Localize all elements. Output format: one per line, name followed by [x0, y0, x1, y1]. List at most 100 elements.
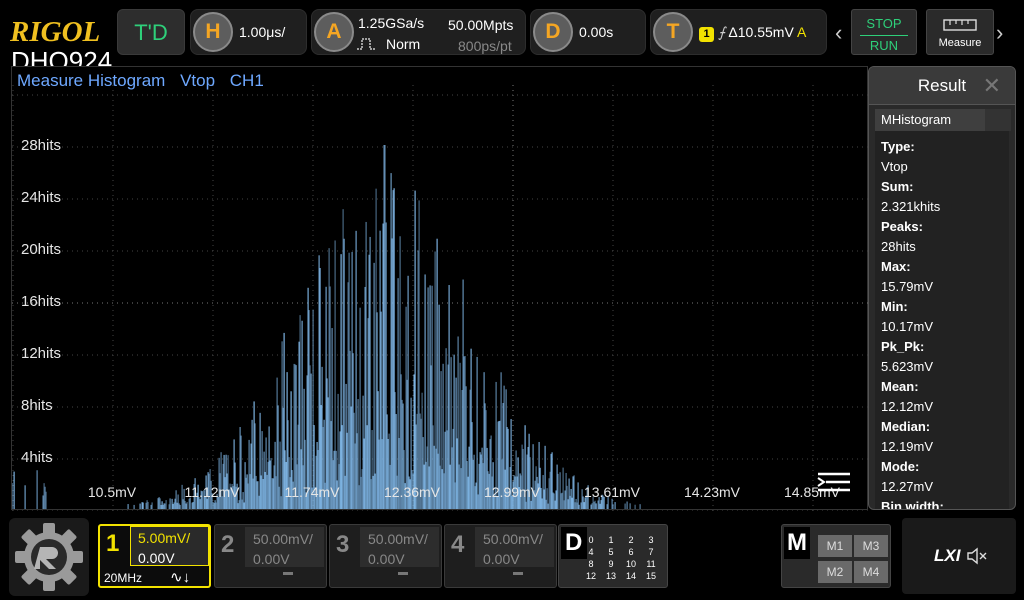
trigger-mode: A: [796, 24, 807, 40]
histogram-grid: [12, 85, 869, 511]
math-m3[interactable]: M3: [854, 535, 888, 557]
histogram-bar: [13, 471, 15, 509]
histogram-bar: [544, 445, 546, 509]
histogram-bar: [634, 504, 636, 509]
nav-right-icon[interactable]: ›: [996, 20, 1003, 46]
math-m4[interactable]: M4: [854, 561, 888, 583]
acquire-mode-icon: [357, 38, 376, 50]
result-key: Bin width:: [881, 499, 944, 510]
y-tick-label: 4hits: [21, 449, 53, 466]
digital-channel-label: 7: [648, 547, 654, 557]
acquire-panel[interactable]: A 1.25GSa/s Norm 50.00Mpts 800ps/pt: [311, 9, 526, 55]
digital-channel-label: 6: [628, 547, 634, 557]
math-m1[interactable]: M1: [818, 535, 852, 557]
result-value: 15.79mV: [881, 279, 934, 294]
histogram-bar: [578, 504, 580, 509]
histogram-bar: [169, 498, 171, 509]
run-label: RUN: [860, 35, 908, 53]
time-per-point: 800ps/pt: [458, 38, 512, 54]
delay-value: 0.00s: [579, 24, 614, 40]
y-tick-label: 24hits: [21, 189, 62, 206]
channel-1-scale: 5.00mV/: [138, 530, 191, 546]
digital-channel-label: 5: [608, 547, 614, 557]
x-tick-label: 12.36mV: [383, 484, 441, 500]
channel-1-number: 1: [106, 530, 120, 557]
histogram-bar: [557, 473, 559, 509]
digital-channel-label: 14: [625, 571, 636, 581]
math-panel[interactable]: M M1 M3 M2 M4: [781, 524, 891, 588]
trigger-panel[interactable]: T 1 ⨍ Δ10.55mV A: [650, 9, 827, 55]
digital-channel-label: 10: [625, 559, 636, 569]
measure-button[interactable]: Measure: [926, 9, 994, 55]
math-m2[interactable]: M2: [818, 561, 852, 583]
y-tick-label: 28hits: [21, 137, 62, 154]
x-tick-label: 14.23mV: [683, 484, 741, 500]
histogram-bar: [624, 503, 626, 509]
math-letter: M: [787, 529, 807, 556]
timebase-delay-button[interactable]: T'D: [117, 9, 185, 55]
trigger-level: Δ10.55mV: [728, 24, 794, 40]
sample-rate: 1.25GSa/s: [358, 15, 425, 31]
result-tab[interactable]: MHistogram: [875, 109, 985, 131]
horizontal-panel[interactable]: H 1.00μs/: [190, 9, 307, 55]
channel-3-scale: 50.00mV/: [368, 531, 428, 547]
result-key: Median:: [881, 419, 931, 434]
digital-channel-label: 11: [646, 559, 656, 569]
stop-run-button[interactable]: STOP RUN: [851, 9, 917, 55]
digital-channels-panel[interactable]: D 0 1 2 3 4 5 6 7 8 9 10 11 12 13 14 15: [558, 524, 668, 588]
channel-3-offset: 0.00V: [368, 551, 405, 567]
result-value: 12.12mV: [881, 399, 934, 414]
trigger-slope-icon: ⨍: [718, 24, 726, 40]
histogram-title-channel: CH1: [229, 71, 264, 90]
result-key: Type:: [881, 139, 915, 154]
digital-channel-label: 0: [588, 535, 594, 545]
digital-channel-label: 1: [608, 535, 614, 545]
waveform-area[interactable]: [11, 66, 869, 511]
channel-1-offset: 0.00V: [138, 550, 175, 566]
x-tick-label: 12.99mV: [483, 484, 541, 500]
stop-label: STOP: [866, 16, 902, 31]
channel-4-scale: 50.00mV/: [483, 531, 543, 547]
x-tick-label: 11.74mV: [284, 484, 340, 500]
histogram-bar: [407, 275, 409, 509]
channel-1-panel[interactable]: 1 5.00mV/ 0.00V 20MHz ∿↓: [98, 524, 211, 588]
histogram-bar: [614, 502, 616, 509]
histogram-bar: [186, 501, 188, 509]
digital-channel-label: 15: [645, 571, 656, 581]
channel-2-panel[interactable]: 2 50.00mV/ 0.00V ▬: [214, 524, 327, 588]
channel-2-number: 2: [221, 531, 235, 558]
histogram-bar: [179, 504, 181, 509]
result-value: 2.321khits: [881, 199, 941, 214]
y-tick-label: 12hits: [21, 345, 62, 362]
result-list: Type: Vtop Sum: 2.321khits Peaks: 28hits Max: 1…: [875, 131, 1009, 510]
result-tab-spacer: [985, 109, 1011, 131]
histogram-bar: [36, 470, 38, 509]
y-tick-label: 16hits: [21, 293, 62, 310]
horizontal-badge: H: [193, 12, 233, 52]
acquire-badge: A: [314, 12, 354, 52]
delay-badge: D: [533, 12, 573, 52]
x-tick-label: 10.5mV: [87, 484, 137, 500]
result-value: Vtop: [881, 159, 908, 174]
speaker-muted-icon[interactable]: [966, 546, 988, 566]
result-value: 28hits: [881, 239, 916, 254]
brand-logo: RIGOL: [10, 16, 101, 48]
histogram-bar: [476, 356, 478, 509]
menu-collapse-icon[interactable]: [816, 470, 852, 496]
ruler-icon: [943, 19, 977, 31]
channel-4-panel[interactable]: 4 50.00mV/ 0.00V ▬: [444, 524, 557, 588]
memory-depth: 50.00Mpts: [448, 17, 514, 33]
digital-channel-label: 13: [605, 571, 616, 581]
delay-panel[interactable]: D 0.00s: [530, 9, 646, 55]
lxi-panel[interactable]: LXI: [902, 518, 1016, 594]
result-key: Peaks:: [881, 219, 923, 234]
histogram-bar: [369, 236, 371, 509]
channel-3-panel[interactable]: 3 50.00mV/ 0.00V ▬: [329, 524, 442, 588]
nav-left-icon[interactable]: ‹: [835, 20, 842, 46]
home-gear-icon[interactable]: [9, 518, 89, 596]
histogram-bar: [343, 238, 345, 509]
channel-4-offset: 0.00V: [483, 551, 520, 567]
result-value: 5.623mV: [881, 359, 934, 374]
channel-1-coupling-icon: ∿↓: [170, 569, 191, 586]
close-icon[interactable]: ✕: [983, 67, 1001, 105]
